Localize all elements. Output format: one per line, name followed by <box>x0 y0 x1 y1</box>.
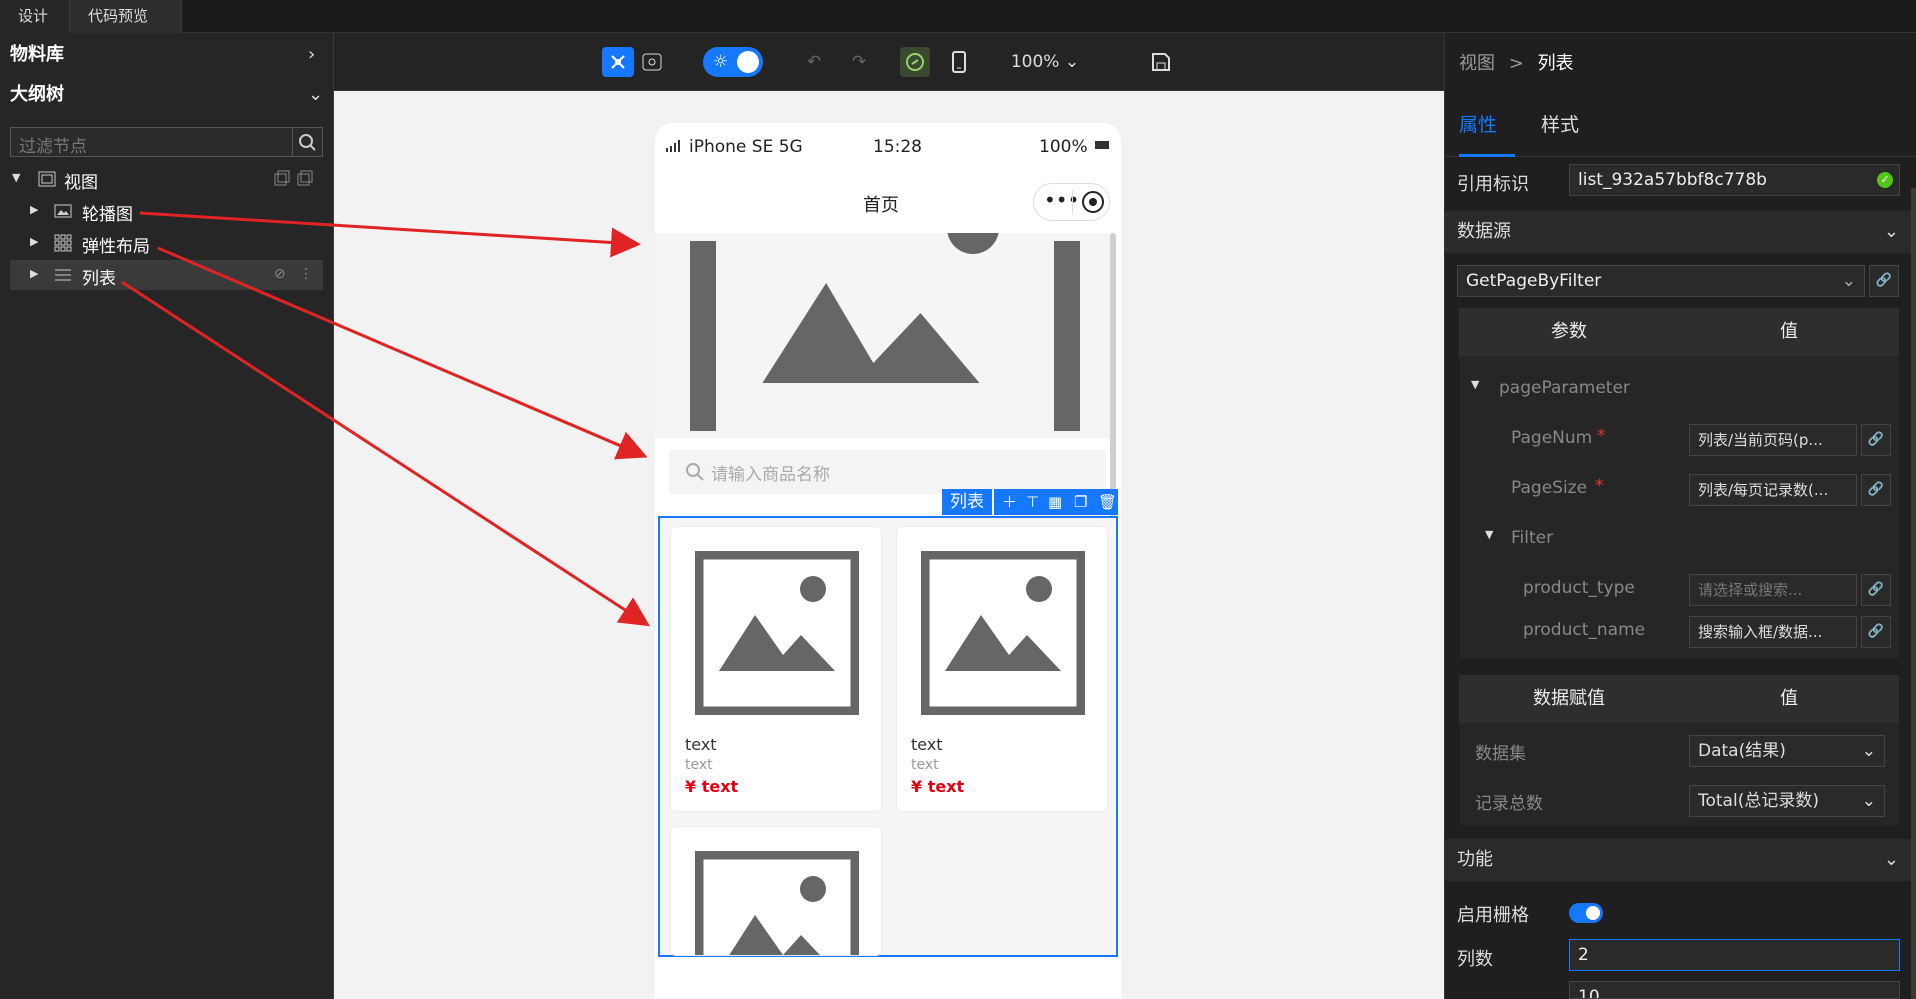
datasource-method-select[interactable]: GetPageByFilter ⌄ <box>1457 265 1865 297</box>
chevron-down-icon: ⌄ <box>1883 221 1899 242</box>
param-name: PageNum <box>1511 428 1593 448</box>
param-value: 列表/每页记录数(... <box>1698 481 1829 499</box>
datasource-method-value: GetPageByFilter <box>1466 271 1602 291</box>
chevron-down-icon: ⌄ <box>1883 849 1899 870</box>
param-value: 请选择或搜索... <box>1698 581 1803 599</box>
assign-value: Data(结果) <box>1698 741 1786 761</box>
pagenum-link-button[interactable]: 🔗 <box>1861 424 1891 456</box>
feature-section-header[interactable]: 功能 ⌄ <box>1445 839 1911 881</box>
check-circle-icon: ✓ <box>1877 172 1893 188</box>
link-icon: 🔗 <box>1867 482 1885 497</box>
pagesize-select[interactable]: 列表/每页记录数(... <box>1689 474 1857 506</box>
param-name: product_name <box>1523 620 1646 640</box>
ref-id-value: list_932a57bbf8c778b <box>1578 170 1767 190</box>
link-icon: 🔗 <box>1875 273 1893 288</box>
product-type-link-button[interactable]: 🔗 <box>1861 574 1891 606</box>
ref-id-field[interactable]: list_932a57bbf8c778b ✓ <box>1569 164 1900 196</box>
arrow-list <box>121 280 651 627</box>
product-name-select[interactable]: 搜索输入框/数据... <box>1689 616 1857 648</box>
ref-id-label: 引用标识 <box>1457 174 1529 195</box>
chevron-down-icon: ⌄ <box>1861 791 1876 811</box>
param-row-pagenum: PageNum * 列表/当前页码(p... 🔗 <box>1459 416 1899 466</box>
gap-value: 10 <box>1578 987 1600 999</box>
pagenum-select[interactable]: 列表/当前页码(p... <box>1689 424 1857 456</box>
params-header-value: 值 <box>1679 308 1899 356</box>
param-value: 列表/当前页码(p... <box>1698 431 1823 449</box>
columns-label: 列数 <box>1457 949 1493 970</box>
assign-row-dataset: 数据集 Data(结果) ⌄ <box>1459 727 1899 777</box>
pagesize-link-button[interactable]: 🔗 <box>1861 474 1891 506</box>
assign-name: 记录总数 <box>1475 794 1543 814</box>
chevron-down-icon: ⌄ <box>1861 741 1876 761</box>
chevron-down-icon: ⌄ <box>1841 271 1856 291</box>
enable-grid-toggle[interactable] <box>1569 903 1603 923</box>
link-icon: 🔗 <box>1867 624 1885 639</box>
breadcrumb-separator: > <box>1508 53 1524 74</box>
datasource-section-header[interactable]: 数据源 ⌄ <box>1445 211 1911 253</box>
link-icon: 🔗 <box>1867 432 1885 447</box>
breadcrumb-parent[interactable]: 视图 <box>1459 53 1495 74</box>
param-row-product-name: product_name 搜索输入框/数据... 🔗 <box>1459 608 1899 658</box>
arrow-carousel <box>139 211 641 258</box>
breadcrumb-current: 列表 <box>1537 53 1574 74</box>
param-row-filter[interactable]: ▼ Filter <box>1459 516 1899 566</box>
dataset-select[interactable]: Data(结果) ⌄ <box>1689 735 1885 767</box>
datasource-link-button[interactable]: 🔗 <box>1869 265 1899 297</box>
data-assign-table: 数据赋值 值 数据集 Data(结果) ⌄ 记录总数 Total(总记录数) ⌄ <box>1459 675 1899 825</box>
breadcrumb: 视图 > 列表 <box>1459 49 1574 75</box>
param-name: Filter <box>1511 528 1554 548</box>
param-row-pageparameter[interactable]: ▼ pageParameter <box>1459 366 1899 416</box>
required-mark: * <box>1595 476 1604 496</box>
param-name: pageParameter <box>1499 378 1630 398</box>
assign-name: 数据集 <box>1475 744 1526 764</box>
product-type-select[interactable]: 请选择或搜索... <box>1689 574 1857 606</box>
app-root: 设计 代码预览 物料库 › 大纲树 ⌄ 过滤节点 ▼ 视图 ▶ 轮播图 ▶ 弹性… <box>0 0 1916 999</box>
caret-down-icon: ▼ <box>1485 528 1494 541</box>
gap-input[interactable]: 10 <box>1569 981 1900 999</box>
datasource-params-table: 参数 值 ▼ pageParameter PageNum * 列表/当前页码(p.… <box>1459 308 1899 658</box>
product-name-link-button[interactable]: 🔗 <box>1861 616 1891 648</box>
total-select[interactable]: Total(总记录数) ⌄ <box>1689 785 1885 817</box>
enable-grid-label: 启用栅格 <box>1457 905 1529 926</box>
feature-title: 功能 <box>1457 849 1493 870</box>
param-name: PageSize <box>1511 478 1588 498</box>
assign-row-total: 记录总数 Total(总记录数) ⌄ <box>1459 777 1899 827</box>
param-name: product_type <box>1523 578 1635 598</box>
param-value: 搜索输入框/数据... <box>1698 623 1823 641</box>
columns-input[interactable]: 2 <box>1569 939 1900 971</box>
params-header-param: 参数 <box>1459 308 1679 356</box>
panel-scrollbar[interactable] <box>1911 188 1916 999</box>
property-panel: 视图 > 列表 属性 样式 引用标识 list_932a57bbf8c778b … <box>1444 33 1916 999</box>
property-tabs: 属性 样式 <box>1445 93 1916 157</box>
param-row-pagesize: PageSize * 列表/每页记录数(... 🔗 <box>1459 466 1899 516</box>
link-icon: 🔗 <box>1867 582 1885 597</box>
tab-properties[interactable]: 属性 <box>1459 93 1515 157</box>
caret-down-icon: ▼ <box>1471 378 1480 391</box>
assign-header-name: 数据赋值 <box>1459 675 1679 723</box>
assign-value: Total(总记录数) <box>1698 791 1819 811</box>
columns-value: 2 <box>1578 945 1589 965</box>
tab-styles[interactable]: 样式 <box>1541 93 1601 157</box>
assign-header-value: 值 <box>1679 675 1899 723</box>
datasource-title: 数据源 <box>1457 221 1511 242</box>
required-mark: * <box>1597 426 1606 446</box>
